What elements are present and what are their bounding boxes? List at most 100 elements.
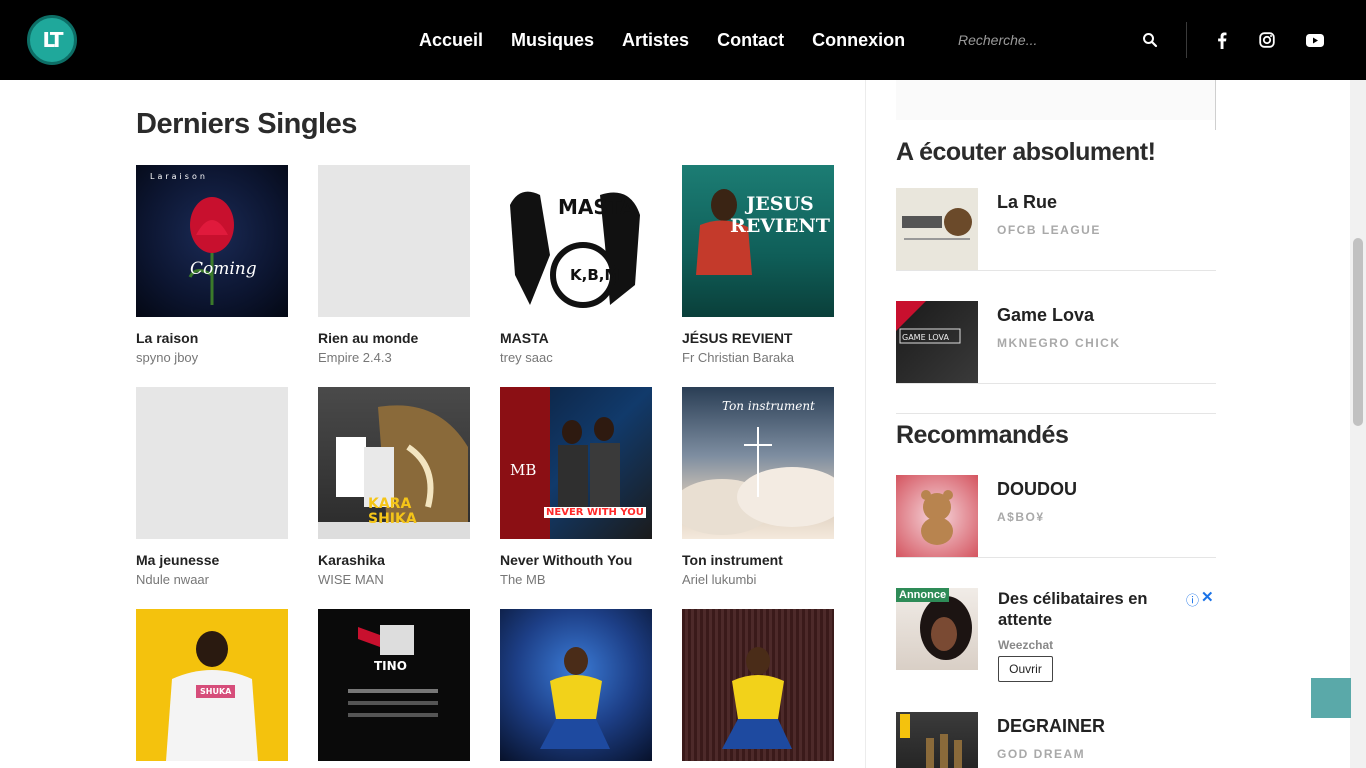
advertisement[interactable]: Annonce Des célibataires en attente Weez… [896,588,1216,684]
sidebar-top-widget [896,80,1216,120]
single-card[interactable]: K,B,M MASTA MASTA trey saac [500,165,653,365]
single-card[interactable]: SHUKA [136,609,289,761]
single-artist[interactable]: The MB [500,572,653,587]
recommended-title[interactable]: DOUDOU [997,479,1077,500]
cover-image[interactable]: KARA SHIKA [318,387,470,539]
recommended-item[interactable]: DEGRAINER GOD DREAM [896,712,1216,768]
cover-image[interactable] [500,609,652,761]
section-title-derniers-singles: Derniers Singles [136,108,357,140]
nav-connexion[interactable]: Connexion [812,30,905,51]
nav-accueil[interactable]: Accueil [419,30,483,51]
featured-item[interactable]: La Rue OFCB LEAGUE [896,188,1216,271]
cover-text: TINO [374,659,407,673]
cover-image[interactable]: SHUKA [136,609,288,761]
ad-brand: Weezchat [998,638,1054,652]
featured-item[interactable]: GAME LOVA Game Lova MKNEGRO CHICK [896,301,1216,384]
cover-image[interactable]: JESUS REVIENT [682,165,834,317]
single-artist[interactable]: trey saac [500,350,653,365]
cover-image[interactable]: K,B,M MASTA [500,165,652,317]
site-header: LT Accueil Musiques Artistes Contact Con… [0,0,1366,80]
cover-image[interactable] [682,609,834,761]
single-card[interactable] [500,609,653,761]
instagram-icon[interactable] [1257,30,1277,50]
cover-image[interactable]: Laraison Coming [136,165,288,317]
recommended-thumb[interactable] [896,475,978,557]
ad-image[interactable]: Annonce [896,588,978,670]
single-title[interactable]: Ma jeunesse [136,552,289,568]
single-title[interactable]: MASTA [500,330,653,346]
search-icon[interactable] [1142,32,1158,48]
ad-label: Annonce [896,588,950,602]
svg-text:Laraison: Laraison [150,172,208,181]
single-title[interactable]: Karashika [318,552,471,568]
cover-text: MASTA [558,195,636,219]
single-title[interactable]: Ton instrument [682,552,835,568]
single-title[interactable]: Never Withouth You [500,552,653,568]
nav-contact[interactable]: Contact [717,30,784,51]
nav-musiques[interactable]: Musiques [511,30,594,51]
recommended-artist[interactable]: GOD DREAM [997,747,1085,761]
cover-image[interactable]: Ton instrument [682,387,834,539]
page: LT Accueil Musiques Artistes Contact Con… [0,0,1366,768]
info-icon[interactable]: ⓘ [1186,590,1199,609]
single-artist[interactable]: Ndule nwaar [136,572,289,587]
single-card[interactable]: Ton instrument Ton instrument Ariel luku… [682,387,835,587]
featured-thumb[interactable] [896,188,978,270]
single-artist[interactable]: Empire 2.4.3 [318,350,471,365]
recommended-artist[interactable]: A$BO¥ [997,510,1045,524]
single-artist[interactable]: Fr Christian Baraka [682,350,835,365]
search-box [958,24,1168,56]
cover-text: SHUKA [196,685,236,698]
cover-image[interactable]: TINO [318,609,470,761]
single-title[interactable]: Rien au monde [318,330,471,346]
single-card[interactable]: JESUS REVIENT JÉSUS REVIENT Fr Christian… [682,165,835,365]
section-title-a-ecouter: A écouter absolument! [896,138,1156,166]
cover-text: NEVER WITH YOU [544,507,646,518]
single-card[interactable]: Rien au monde Empire 2.4.3 [318,165,471,365]
search-input[interactable] [958,24,1138,56]
recommended-title[interactable]: DEGRAINER [997,716,1105,737]
recommended-thumb[interactable] [896,712,978,768]
featured-thumb[interactable]: GAME LOVA [896,301,978,383]
single-card[interactable]: Ma jeunesse Ndule nwaar [136,387,289,587]
featured-title[interactable]: Game Lova [997,305,1094,326]
scrollbar-thumb[interactable] [1353,238,1363,426]
nav-artistes[interactable]: Artistes [622,30,689,51]
ad-title[interactable]: Des célibataires en attente [998,589,1178,631]
cover-placeholder[interactable] [136,387,288,539]
facebook-icon[interactable] [1212,30,1232,50]
single-artist[interactable]: Ariel lukumbi [682,572,835,587]
cover-image[interactable]: MB NEVER WITH YOU [500,387,652,539]
youtube-icon[interactable] [1305,30,1325,50]
ad-open-button[interactable]: Ouvrir [998,656,1053,682]
single-artist[interactable]: WISE MAN [318,572,471,587]
site-logo[interactable]: LT [27,15,77,65]
single-artist[interactable]: spyno jboy [136,350,289,365]
main-nav: Accueil Musiques Artistes Contact Connex… [405,0,919,80]
single-title[interactable]: La raison [136,330,289,346]
separator [896,270,1216,271]
svg-text:MB: MB [510,461,536,479]
svg-text:K,B,M: K,B,M [570,266,619,284]
featured-artist[interactable]: MKNEGRO CHICK [997,336,1121,350]
single-card[interactable]: KARA SHIKA Karashika WISE MAN [318,387,471,587]
featured-title[interactable]: La Rue [997,192,1057,213]
sidebar-top-line [1215,80,1216,130]
back-to-top-button[interactable] [1311,678,1351,718]
recommended-item[interactable]: DOUDOU A$BO¥ [896,475,1216,558]
close-icon[interactable]: ✕ [1201,588,1214,606]
featured-artist[interactable]: OFCB LEAGUE [997,223,1101,237]
cover-text: JESUS REVIENT [730,193,830,237]
separator [896,557,1216,558]
cover-text: KARA SHIKA [368,496,417,527]
single-card[interactable]: TINO [318,609,471,761]
column-divider [865,80,866,768]
separator [896,413,1216,414]
single-card[interactable]: MB NEVER WITH YOU Never Withouth You The… [500,387,653,587]
cover-text: Ton instrument [722,399,815,413]
single-title[interactable]: JÉSUS REVIENT [682,330,835,346]
single-card[interactable]: Laraison Coming La raison spyno jboy [136,165,289,365]
cover-placeholder[interactable] [318,165,470,317]
cover-text: Coming [190,259,257,279]
single-card[interactable] [682,609,835,761]
